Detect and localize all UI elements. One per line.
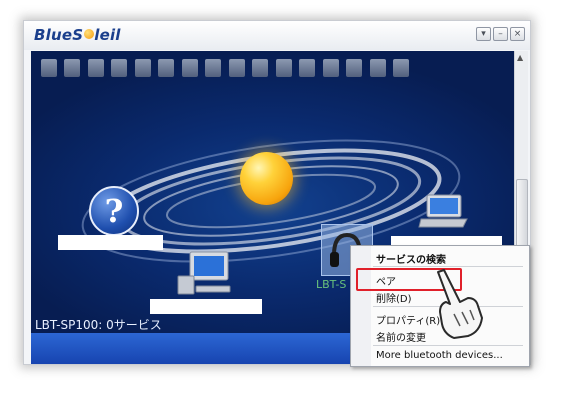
menu-item-search-services[interactable]: サービスの検索 (376, 251, 446, 266)
scroll-up-icon[interactable]: ▲ (517, 53, 523, 62)
minimize-button[interactable]: – (493, 27, 508, 41)
pointing-hand-icon (437, 269, 483, 339)
title-bar: BlueS leil ▾ – × (24, 21, 530, 50)
logo-sun-icon (83, 29, 94, 39)
unknown-device-label (58, 235, 163, 250)
dropdown-button[interactable]: ▾ (476, 27, 491, 41)
local-device-sun-icon[interactable] (240, 152, 293, 205)
menu-icon-gutter (351, 246, 371, 366)
headset-device-label: LBT-S (316, 278, 347, 291)
device-status-text: LBT-SP100: 0サービス (35, 318, 162, 332)
menu-separator (373, 345, 523, 346)
menu-item-delete[interactable]: 削除(D) (376, 290, 412, 305)
app-logo: BlueS leil (34, 26, 121, 44)
menu-item-rename[interactable]: 名前の変更 (376, 329, 426, 344)
menu-item-more-devices[interactable]: More bluetooth devices... (376, 350, 503, 361)
unknown-device-icon[interactable]: ? (89, 186, 139, 236)
close-button[interactable]: × (510, 27, 525, 41)
desktop-pc-icon[interactable] (176, 250, 234, 296)
desktop-pc-label (150, 299, 262, 314)
laptop-icon[interactable] (417, 193, 469, 233)
menu-separator (373, 266, 523, 267)
